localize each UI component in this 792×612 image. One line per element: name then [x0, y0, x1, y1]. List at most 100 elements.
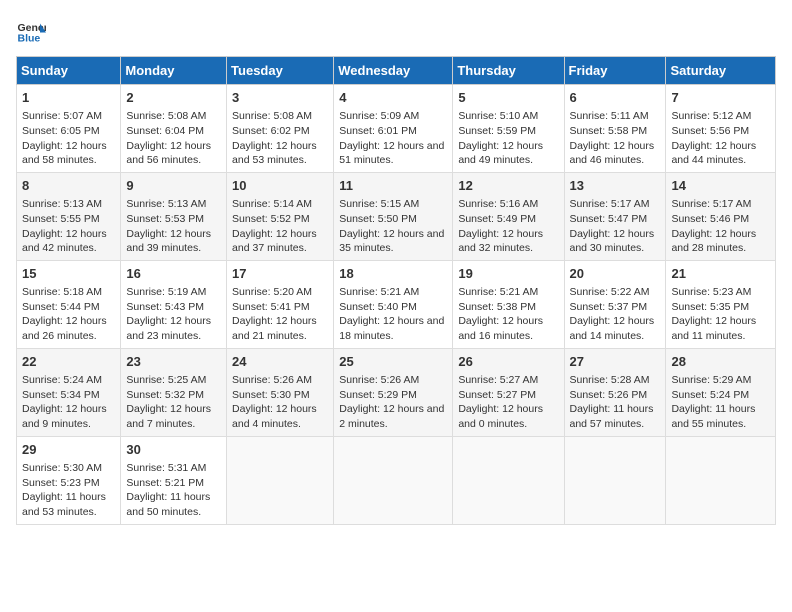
day-number: 13 [570, 177, 661, 195]
day-info: Sunrise: 5:20 AMSunset: 5:41 PMDaylight:… [232, 285, 328, 344]
day-number: 6 [570, 89, 661, 107]
calendar-body: 1 Sunrise: 5:07 AMSunset: 6:05 PMDayligh… [17, 85, 776, 525]
day-info: Sunrise: 5:31 AMSunset: 5:21 PMDaylight:… [126, 461, 221, 520]
day-number: 16 [126, 265, 221, 283]
calendar-day-cell: 15 Sunrise: 5:18 AMSunset: 5:44 PMDaylig… [17, 260, 121, 348]
calendar-day-cell: 13 Sunrise: 5:17 AMSunset: 5:47 PMDaylig… [564, 172, 666, 260]
day-info: Sunrise: 5:25 AMSunset: 5:32 PMDaylight:… [126, 373, 221, 432]
day-info: Sunrise: 5:08 AMSunset: 6:02 PMDaylight:… [232, 109, 328, 168]
calendar-week-row: 1 Sunrise: 5:07 AMSunset: 6:05 PMDayligh… [17, 85, 776, 173]
day-info: Sunrise: 5:12 AMSunset: 5:56 PMDaylight:… [671, 109, 770, 168]
day-info: Sunrise: 5:21 AMSunset: 5:40 PMDaylight:… [339, 285, 447, 344]
calendar-day-cell: 23 Sunrise: 5:25 AMSunset: 5:32 PMDaylig… [121, 348, 227, 436]
day-info: Sunrise: 5:26 AMSunset: 5:29 PMDaylight:… [339, 373, 447, 432]
day-number: 2 [126, 89, 221, 107]
weekday-header-cell: Wednesday [334, 57, 453, 85]
day-number: 20 [570, 265, 661, 283]
day-info: Sunrise: 5:29 AMSunset: 5:24 PMDaylight:… [671, 373, 770, 432]
calendar-day-cell: 21 Sunrise: 5:23 AMSunset: 5:35 PMDaylig… [666, 260, 776, 348]
day-number: 25 [339, 353, 447, 371]
calendar-day-cell: 7 Sunrise: 5:12 AMSunset: 5:56 PMDayligh… [666, 85, 776, 173]
day-number: 17 [232, 265, 328, 283]
calendar-day-cell: 26 Sunrise: 5:27 AMSunset: 5:27 PMDaylig… [453, 348, 564, 436]
day-number: 30 [126, 441, 221, 459]
calendar-week-row: 22 Sunrise: 5:24 AMSunset: 5:34 PMDaylig… [17, 348, 776, 436]
calendar-day-cell: 24 Sunrise: 5:26 AMSunset: 5:30 PMDaylig… [227, 348, 334, 436]
weekday-header-cell: Friday [564, 57, 666, 85]
day-number: 5 [458, 89, 558, 107]
calendar-day-cell: 8 Sunrise: 5:13 AMSunset: 5:55 PMDayligh… [17, 172, 121, 260]
day-info: Sunrise: 5:24 AMSunset: 5:34 PMDaylight:… [22, 373, 115, 432]
calendar-day-cell [564, 436, 666, 524]
day-number: 4 [339, 89, 447, 107]
calendar-day-cell: 9 Sunrise: 5:13 AMSunset: 5:53 PMDayligh… [121, 172, 227, 260]
calendar-day-cell: 17 Sunrise: 5:20 AMSunset: 5:41 PMDaylig… [227, 260, 334, 348]
calendar-day-cell: 19 Sunrise: 5:21 AMSunset: 5:38 PMDaylig… [453, 260, 564, 348]
calendar-day-cell: 22 Sunrise: 5:24 AMSunset: 5:34 PMDaylig… [17, 348, 121, 436]
calendar-week-row: 8 Sunrise: 5:13 AMSunset: 5:55 PMDayligh… [17, 172, 776, 260]
day-info: Sunrise: 5:19 AMSunset: 5:43 PMDaylight:… [126, 285, 221, 344]
weekday-header-cell: Monday [121, 57, 227, 85]
day-info: Sunrise: 5:16 AMSunset: 5:49 PMDaylight:… [458, 197, 558, 256]
calendar-week-row: 29 Sunrise: 5:30 AMSunset: 5:23 PMDaylig… [17, 436, 776, 524]
day-info: Sunrise: 5:13 AMSunset: 5:55 PMDaylight:… [22, 197, 115, 256]
day-info: Sunrise: 5:13 AMSunset: 5:53 PMDaylight:… [126, 197, 221, 256]
calendar-day-cell [666, 436, 776, 524]
calendar-day-cell: 27 Sunrise: 5:28 AMSunset: 5:26 PMDaylig… [564, 348, 666, 436]
calendar-day-cell: 5 Sunrise: 5:10 AMSunset: 5:59 PMDayligh… [453, 85, 564, 173]
calendar-day-cell: 25 Sunrise: 5:26 AMSunset: 5:29 PMDaylig… [334, 348, 453, 436]
day-info: Sunrise: 5:21 AMSunset: 5:38 PMDaylight:… [458, 285, 558, 344]
day-number: 12 [458, 177, 558, 195]
calendar-day-cell [453, 436, 564, 524]
day-number: 22 [22, 353, 115, 371]
day-info: Sunrise: 5:23 AMSunset: 5:35 PMDaylight:… [671, 285, 770, 344]
day-info: Sunrise: 5:28 AMSunset: 5:26 PMDaylight:… [570, 373, 661, 432]
weekday-header-cell: Sunday [17, 57, 121, 85]
page-header: General Blue [16, 16, 776, 46]
day-info: Sunrise: 5:30 AMSunset: 5:23 PMDaylight:… [22, 461, 115, 520]
day-number: 26 [458, 353, 558, 371]
calendar-day-cell: 2 Sunrise: 5:08 AMSunset: 6:04 PMDayligh… [121, 85, 227, 173]
day-info: Sunrise: 5:08 AMSunset: 6:04 PMDaylight:… [126, 109, 221, 168]
day-info: Sunrise: 5:14 AMSunset: 5:52 PMDaylight:… [232, 197, 328, 256]
calendar-day-cell: 30 Sunrise: 5:31 AMSunset: 5:21 PMDaylig… [121, 436, 227, 524]
day-info: Sunrise: 5:07 AMSunset: 6:05 PMDaylight:… [22, 109, 115, 168]
day-info: Sunrise: 5:18 AMSunset: 5:44 PMDaylight:… [22, 285, 115, 344]
calendar-day-cell: 10 Sunrise: 5:14 AMSunset: 5:52 PMDaylig… [227, 172, 334, 260]
day-info: Sunrise: 5:10 AMSunset: 5:59 PMDaylight:… [458, 109, 558, 168]
day-number: 3 [232, 89, 328, 107]
logo-icon: General Blue [16, 16, 46, 46]
calendar-day-cell: 3 Sunrise: 5:08 AMSunset: 6:02 PMDayligh… [227, 85, 334, 173]
svg-text:Blue: Blue [18, 33, 41, 45]
day-number: 24 [232, 353, 328, 371]
day-info: Sunrise: 5:26 AMSunset: 5:30 PMDaylight:… [232, 373, 328, 432]
day-number: 27 [570, 353, 661, 371]
day-number: 8 [22, 177, 115, 195]
calendar-day-cell [227, 436, 334, 524]
day-number: 10 [232, 177, 328, 195]
day-info: Sunrise: 5:17 AMSunset: 5:47 PMDaylight:… [570, 197, 661, 256]
day-info: Sunrise: 5:09 AMSunset: 6:01 PMDaylight:… [339, 109, 447, 168]
calendar-day-cell: 28 Sunrise: 5:29 AMSunset: 5:24 PMDaylig… [666, 348, 776, 436]
day-number: 29 [22, 441, 115, 459]
day-info: Sunrise: 5:11 AMSunset: 5:58 PMDaylight:… [570, 109, 661, 168]
day-number: 21 [671, 265, 770, 283]
day-number: 9 [126, 177, 221, 195]
day-number: 28 [671, 353, 770, 371]
day-info: Sunrise: 5:17 AMSunset: 5:46 PMDaylight:… [671, 197, 770, 256]
calendar-day-cell: 14 Sunrise: 5:17 AMSunset: 5:46 PMDaylig… [666, 172, 776, 260]
day-number: 18 [339, 265, 447, 283]
day-number: 15 [22, 265, 115, 283]
calendar-week-row: 15 Sunrise: 5:18 AMSunset: 5:44 PMDaylig… [17, 260, 776, 348]
day-number: 7 [671, 89, 770, 107]
calendar-day-cell: 4 Sunrise: 5:09 AMSunset: 6:01 PMDayligh… [334, 85, 453, 173]
day-number: 11 [339, 177, 447, 195]
calendar-day-cell: 16 Sunrise: 5:19 AMSunset: 5:43 PMDaylig… [121, 260, 227, 348]
weekday-header-cell: Thursday [453, 57, 564, 85]
calendar-day-cell: 18 Sunrise: 5:21 AMSunset: 5:40 PMDaylig… [334, 260, 453, 348]
weekday-header-row: SundayMondayTuesdayWednesdayThursdayFrid… [17, 57, 776, 85]
calendar-day-cell: 12 Sunrise: 5:16 AMSunset: 5:49 PMDaylig… [453, 172, 564, 260]
weekday-header-cell: Saturday [666, 57, 776, 85]
calendar-day-cell: 11 Sunrise: 5:15 AMSunset: 5:50 PMDaylig… [334, 172, 453, 260]
calendar-day-cell: 1 Sunrise: 5:07 AMSunset: 6:05 PMDayligh… [17, 85, 121, 173]
